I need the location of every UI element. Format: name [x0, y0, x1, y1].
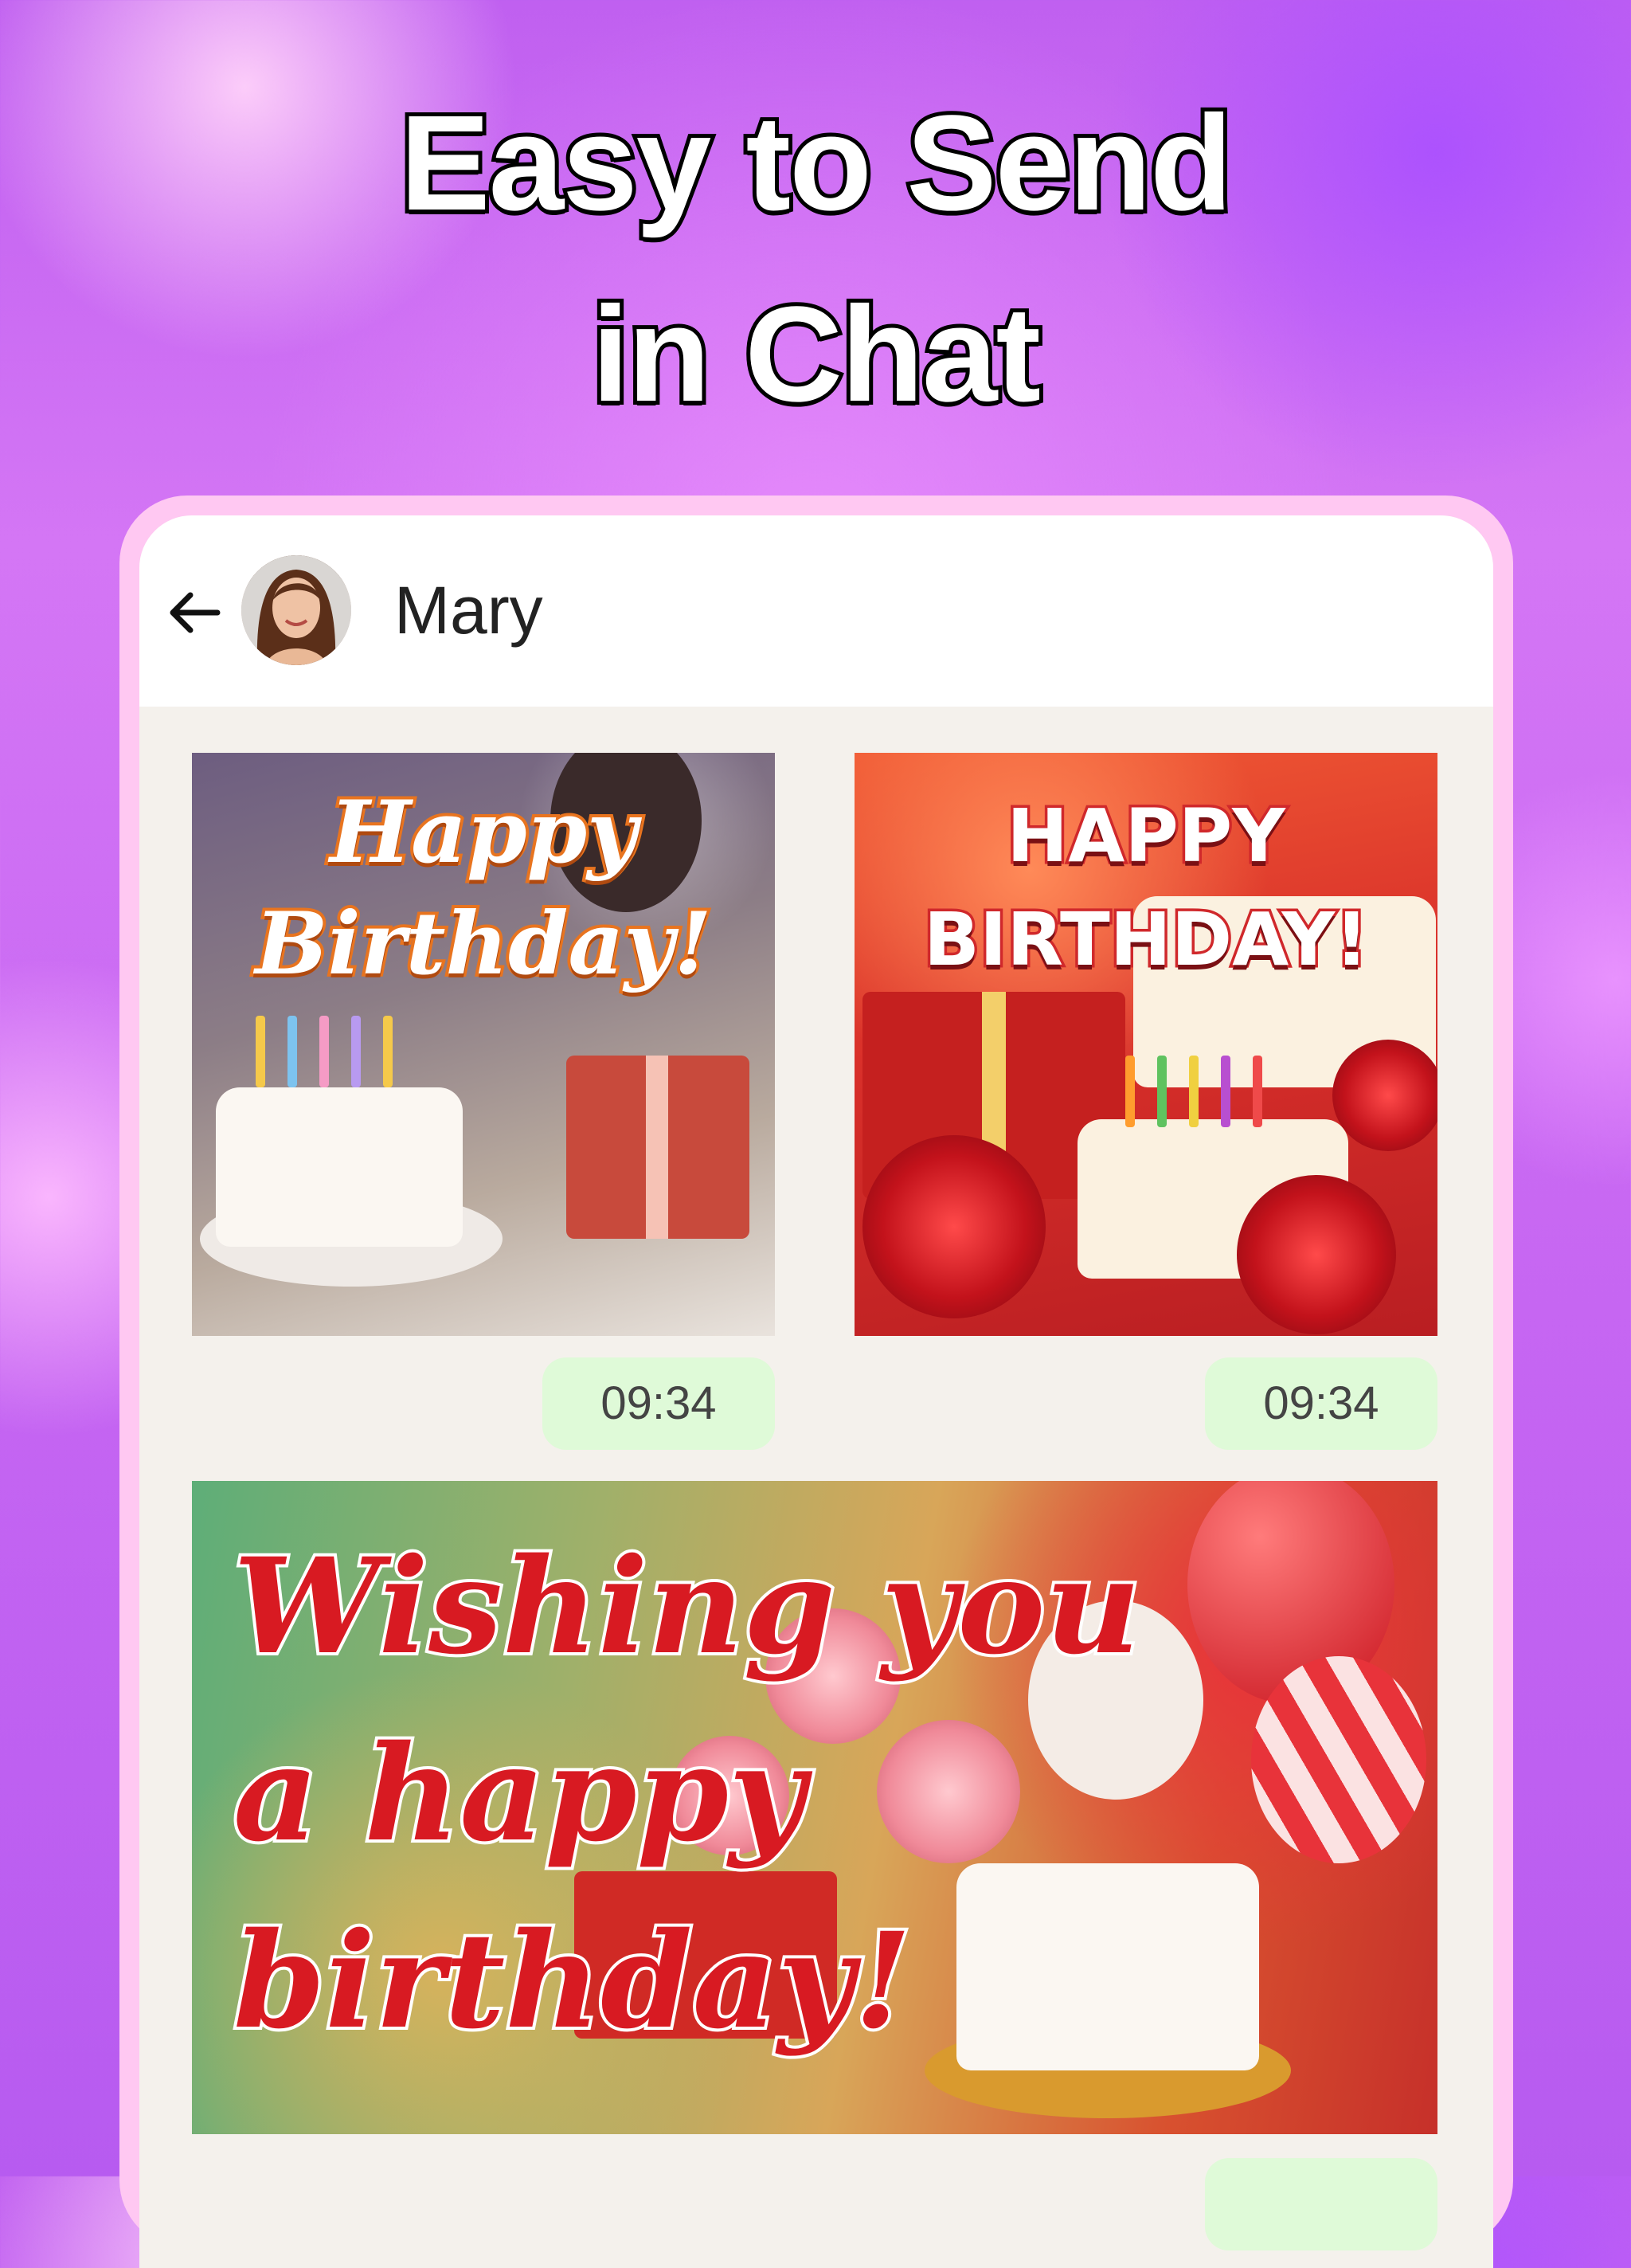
message-time-3: [1205, 2158, 1437, 2250]
avatar[interactable]: [241, 555, 351, 665]
card-1-line-2: Birthday!: [252, 891, 714, 997]
card-2-text: HAPPY BIRTHDAY!: [878, 785, 1414, 992]
birthday-card-image-1[interactable]: Happy Birthday!: [192, 753, 775, 1336]
card-2-line-2: BIRTHDAY!: [921, 895, 1371, 985]
candle: [1189, 1056, 1199, 1127]
message-time-2: 09:34: [1205, 1357, 1437, 1450]
avatar-portrait: [241, 555, 351, 665]
candle: [287, 1016, 297, 1087]
candle: [1125, 1056, 1135, 1127]
candle: [1157, 1056, 1167, 1127]
candle: [383, 1016, 393, 1087]
rose-icon: [862, 1135, 1046, 1318]
chat-screen: Mary Happy Birthday! HAPPY BIRTHDAY! 09:…: [139, 515, 1493, 2268]
cake-icon: [216, 1087, 463, 1247]
candle: [256, 1016, 265, 1087]
candle: [1253, 1056, 1262, 1127]
candle: [1221, 1056, 1230, 1127]
rose-icon: [1332, 1040, 1437, 1151]
card-3-line-3: birthday!: [230, 1900, 915, 2061]
chat-header: Mary: [139, 515, 1493, 707]
card-2-line-1: HAPPY: [1004, 791, 1289, 882]
card-3-line-1: Wishing you: [230, 1526, 1144, 1686]
candle: [319, 1016, 329, 1087]
card-3-line-2: a happy: [230, 1713, 808, 1874]
arrow-left-icon[interactable]: [162, 579, 229, 646]
card-1-text: Happy Birthday!: [224, 777, 743, 1000]
headline-line-2: in Chat: [588, 275, 1045, 434]
contact-name[interactable]: Mary: [394, 566, 543, 654]
birthday-card-image-2[interactable]: HAPPY BIRTHDAY!: [855, 753, 1437, 1336]
headline-line-1: Easy to Send: [396, 84, 1237, 243]
birthday-card-image-3[interactable]: Wishing you a happy birthday!: [192, 1481, 1437, 2134]
message-time-1: 09:34: [542, 1357, 775, 1450]
promo-headline: Easy to Send in Chat: [0, 68, 1631, 450]
rose-icon: [1237, 1175, 1396, 1334]
card-1-line-1: Happy: [327, 779, 640, 886]
card-3-text: Wishing you a happy birthday!: [230, 1513, 1189, 2074]
balloon-icon: [1251, 1656, 1426, 1863]
gift-ribbon: [646, 1056, 668, 1239]
candle: [351, 1016, 361, 1087]
